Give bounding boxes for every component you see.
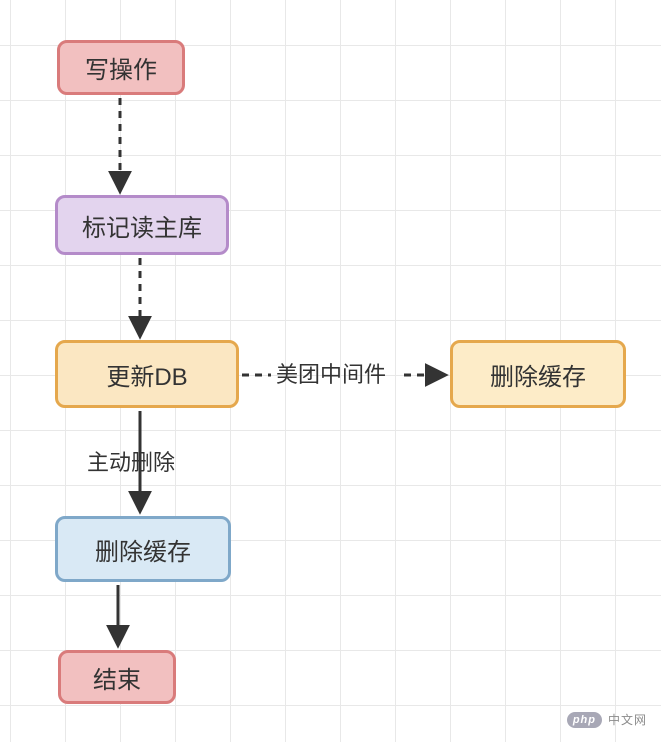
watermark-logo: php xyxy=(567,712,602,728)
node-label: 删除缓存 xyxy=(95,532,191,567)
node-delete-cache-right: 删除缓存 xyxy=(450,340,626,408)
node-delete-cache-bottom: 删除缓存 xyxy=(55,516,231,582)
edge-label-active-delete: 主动删除 xyxy=(87,445,175,477)
watermark: php 中文网 xyxy=(567,711,647,728)
node-label: 更新DB xyxy=(106,357,187,392)
node-end: 结束 xyxy=(58,650,176,704)
node-label: 标记读主库 xyxy=(82,208,202,243)
watermark-text: 中文网 xyxy=(608,711,647,728)
node-label: 结束 xyxy=(93,660,141,695)
node-write-op: 写操作 xyxy=(57,40,185,95)
node-update-db: 更新DB xyxy=(55,340,239,408)
edge-label-middleware: 美团中间件 xyxy=(276,357,386,389)
node-mark-master: 标记读主库 xyxy=(55,195,229,255)
node-label: 写操作 xyxy=(85,50,157,85)
node-label: 删除缓存 xyxy=(490,357,586,392)
